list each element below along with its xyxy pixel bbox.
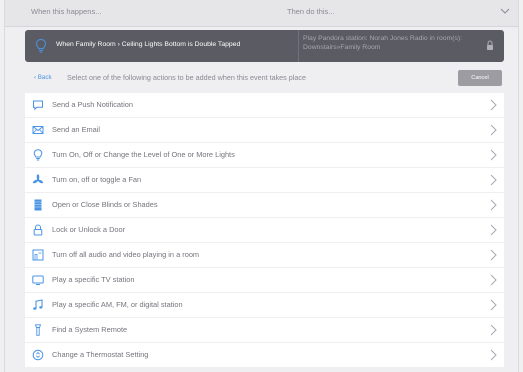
item-label: Play a specific TV station bbox=[52, 275, 135, 284]
lightbulb-icon bbox=[35, 38, 47, 53]
lightbulb-icon bbox=[33, 149, 43, 161]
when-header-label: When this happens... bbox=[31, 7, 102, 16]
chevron-right-icon bbox=[490, 149, 497, 161]
list-item[interactable]: Play a specific TV station bbox=[25, 268, 504, 292]
list-item[interactable]: Send an Email bbox=[25, 118, 504, 142]
list-item[interactable]: Turn off all audio and video playing in … bbox=[25, 243, 504, 267]
chevron-down-icon[interactable] bbox=[500, 6, 510, 16]
chevron-right-icon bbox=[490, 274, 497, 286]
list-item[interactable]: Turn on, off or toggle a Fan bbox=[25, 168, 504, 192]
chevron-right-icon bbox=[490, 249, 497, 261]
list-item[interactable]: Send a Push Notification bbox=[25, 93, 504, 117]
chevron-right-icon bbox=[490, 349, 497, 361]
remote-icon bbox=[34, 324, 42, 336]
item-label: Send a Push Notification bbox=[52, 100, 133, 109]
lock-icon bbox=[33, 224, 43, 236]
list-item[interactable]: Find a System Remote bbox=[25, 318, 504, 342]
chevron-right-icon bbox=[490, 299, 497, 311]
item-label: Send an Email bbox=[52, 125, 101, 134]
existing-action-line-2: Downstairs»Family Room bbox=[303, 44, 381, 51]
trigger-text: When Family Room › Ceiling Lights Bottom… bbox=[56, 41, 241, 48]
item-label: Turn On, Off or Change the Level of One … bbox=[52, 150, 235, 159]
item-label: Lock or Unlock a Door bbox=[52, 225, 126, 234]
item-label: Find a System Remote bbox=[52, 325, 128, 334]
back-link[interactable]: ‹ Back bbox=[34, 74, 52, 81]
cancel-button[interactable]: Cancel bbox=[458, 70, 502, 86]
item-label: Open or Close Blinds or Shades bbox=[52, 200, 158, 209]
fan-icon bbox=[32, 174, 44, 184]
list-item[interactable]: Lock or Unlock a Door bbox=[25, 218, 504, 242]
tv-icon bbox=[32, 275, 44, 285]
trigger-row[interactable]: When Family Room › Ceiling Lights Bottom… bbox=[25, 30, 504, 62]
chat-bubble-icon bbox=[33, 100, 43, 111]
list-item[interactable]: Change a Thermostat Setting bbox=[25, 343, 504, 367]
action-list: Send a Push Notification Send an Email T… bbox=[25, 93, 504, 368]
lock-icon bbox=[487, 40, 493, 50]
chevron-right-icon bbox=[490, 199, 497, 211]
then-header-label: Then do this... bbox=[287, 7, 335, 16]
list-item[interactable]: Open or Close Blinds or Shades bbox=[25, 193, 504, 217]
rule-editor-window: When this happens... Then do this... Whe… bbox=[4, 0, 519, 372]
existing-action-line-1: Play Pandora station: Norah Jones Radio … bbox=[303, 35, 463, 42]
trigger-divider bbox=[298, 30, 299, 62]
chevron-right-icon bbox=[490, 99, 497, 111]
chevron-right-icon bbox=[490, 174, 497, 186]
chevron-right-icon bbox=[490, 224, 497, 236]
list-item[interactable]: Play a specific AM, FM, or digital stati… bbox=[25, 293, 504, 317]
instruction-text: Select one of the following actions to b… bbox=[67, 73, 306, 82]
action-subheader: ‹ Back Select one of the following actio… bbox=[25, 69, 504, 89]
chevron-right-icon bbox=[490, 324, 497, 336]
existing-action-text: Play Pandora station: Norah Jones Radio … bbox=[303, 34, 503, 52]
item-label: Play a specific AM, FM, or digital stati… bbox=[52, 300, 183, 309]
rule-header: When this happens... Then do this... bbox=[5, 0, 518, 27]
list-item[interactable]: Turn On, Off or Change the Level of One … bbox=[25, 143, 504, 167]
blinds-icon bbox=[34, 199, 42, 211]
item-label: Change a Thermostat Setting bbox=[52, 350, 149, 359]
envelope-icon bbox=[32, 126, 44, 134]
item-label: Turn off all audio and video playing in … bbox=[52, 250, 200, 259]
thermostat-icon bbox=[32, 349, 44, 361]
music-note-icon bbox=[33, 299, 43, 310]
item-label: Turn on, off or toggle a Fan bbox=[52, 175, 142, 184]
chevron-right-icon bbox=[490, 124, 497, 136]
room-icon bbox=[32, 249, 44, 261]
